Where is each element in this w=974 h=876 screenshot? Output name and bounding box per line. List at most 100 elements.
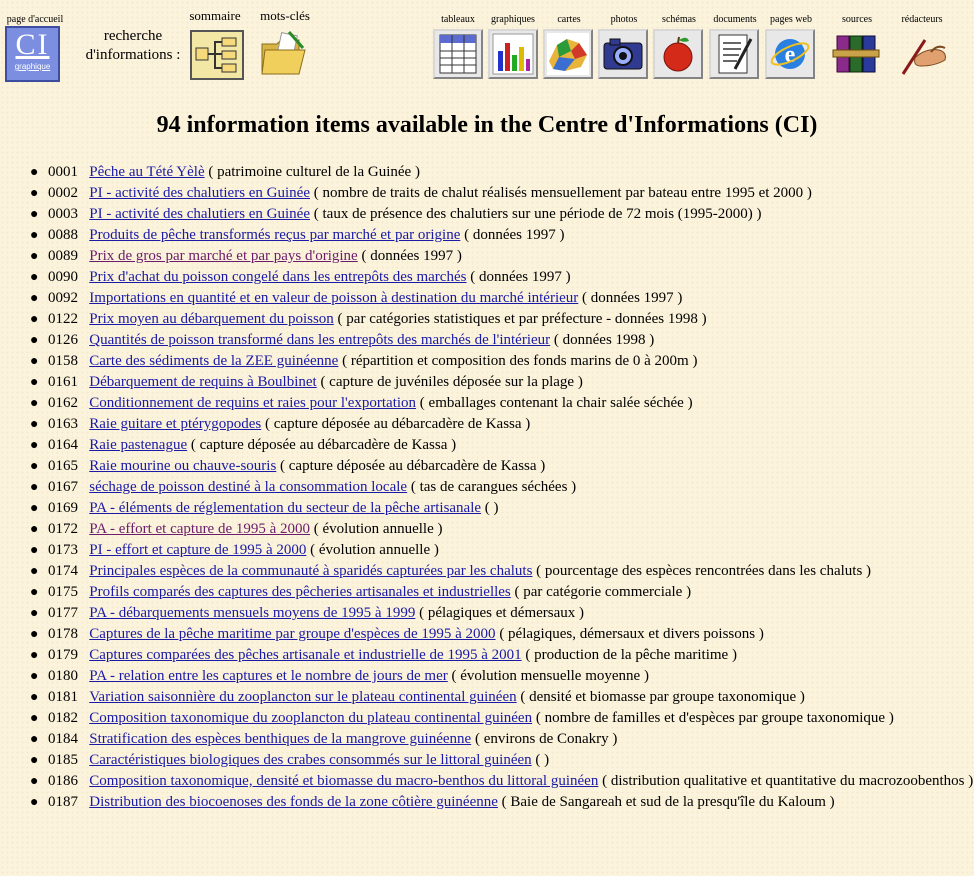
web-browser-icon[interactable]: e: [765, 29, 815, 79]
item-number: 0178: [48, 626, 78, 642]
item-number: 0002: [48, 185, 78, 201]
list-item: ● 0122 Prix moyen au débarquement du pois…: [30, 309, 974, 330]
bullet-icon: ●: [30, 459, 39, 474]
item-link[interactable]: Caractéristiques biologiques des crabes …: [89, 752, 531, 768]
item-number: 0089: [48, 248, 78, 264]
item-description: ( capture déposée au débarcadère de Kass…: [265, 416, 531, 432]
bullet-icon: ●: [30, 585, 39, 600]
bullet-icon: ●: [30, 249, 39, 264]
bullet-icon: ●: [30, 438, 39, 453]
list-item: ● 0178 Captures de la pêche maritime par …: [30, 624, 974, 645]
item-description: ( évolution annuelle ): [313, 521, 443, 537]
bullet-icon: ●: [30, 270, 39, 285]
item-number: 0163: [48, 416, 78, 432]
bar-chart-icon[interactable]: [488, 29, 538, 79]
item-number: 0126: [48, 332, 78, 348]
item-link[interactable]: Prix de gros par marché et par pays d'or…: [89, 248, 357, 264]
item-number: 0001: [48, 164, 78, 180]
tableaux-label: tableaux: [441, 14, 475, 25]
item-description: ( par catégories statistiques et par pré…: [337, 311, 707, 327]
item-link[interactable]: Variation saisonnière du zooplancton sur…: [89, 689, 516, 705]
item-number: 0167: [48, 479, 78, 495]
item-link[interactable]: Captures comparées des pêches artisanale…: [89, 647, 521, 663]
apple-icon[interactable]: [653, 29, 703, 79]
item-link[interactable]: Quantités de poisson transformé dans les…: [89, 332, 550, 348]
redacteurs-label: rédacteurs: [901, 14, 943, 25]
item-link[interactable]: Prix moyen au débarquement du poisson: [89, 311, 334, 327]
list-item: ● 0177 PA - débarquements mensuels moyens…: [30, 603, 974, 624]
list-item: ● 0181 Variation saisonnière du zooplanct…: [30, 687, 974, 708]
item-description: ( capture déposée au débarcadère de Kass…: [280, 458, 546, 474]
item-link[interactable]: Produits de pêche transformés reçus par …: [89, 227, 460, 243]
item-description: ( production de la pêche maritime ): [525, 647, 737, 663]
list-item: ● 0179 Captures comparées des pêches arti…: [30, 645, 974, 666]
item-link[interactable]: PI - effort et capture de 1995 à 2000: [89, 542, 306, 558]
bullet-icon: ●: [30, 165, 39, 180]
item-link[interactable]: Stratification des espèces benthiques de…: [89, 731, 471, 747]
item-link[interactable]: Prix d'achat du poisson congelé dans les…: [89, 269, 466, 285]
list-item: ● 0184 Stratification des espèces benthiq…: [30, 729, 974, 750]
item-link[interactable]: PA - relation entre les captures et le n…: [89, 668, 448, 684]
map-icon[interactable]: [543, 29, 593, 79]
item-link[interactable]: PA - éléments de réglementation du secte…: [89, 500, 481, 516]
item-description: ( données 1998 ): [553, 332, 655, 348]
list-item: ● 0172 PA - effort et capture de 1995 à 2…: [30, 519, 974, 540]
list-item: ● 0169 PA - éléments de réglementation du…: [30, 498, 974, 519]
item-number: 0187: [48, 794, 78, 810]
item-link[interactable]: Conditionnement de requins et raies pour…: [89, 395, 416, 411]
writing-hand-icon[interactable]: [895, 30, 949, 78]
bullet-icon: ●: [30, 291, 39, 306]
item-link[interactable]: PI - activité des chalutiers en Guinée: [89, 206, 310, 222]
item-number: 0179: [48, 647, 78, 663]
list-item: ● 0126 Quantités de poisson transformé da…: [30, 330, 974, 351]
folder-icon[interactable]: [259, 28, 311, 80]
bullet-icon: ●: [30, 732, 39, 747]
archive-icon[interactable]: [831, 30, 881, 78]
item-link[interactable]: Captures de la pêche maritime par groupe…: [89, 626, 495, 642]
bullet-icon: ●: [30, 564, 39, 579]
item-link[interactable]: Raie pastenague: [89, 437, 187, 453]
item-link[interactable]: Importations en quantité et en valeur de…: [89, 290, 578, 306]
item-description: ( données 1997 ): [582, 290, 683, 306]
item-link[interactable]: Composition taxonomique du zooplancton d…: [89, 710, 532, 726]
list-item: ● 0182 Composition taxonomique du zooplan…: [30, 708, 974, 729]
motscles-label: mots-clés: [260, 8, 310, 23]
item-link[interactable]: PA - effort et capture de 1995 à 2000: [89, 521, 310, 537]
item-number: 0180: [48, 668, 78, 684]
home-icon[interactable]: CI graphique: [5, 26, 60, 82]
bullet-icon: ●: [30, 354, 39, 369]
item-link[interactable]: Composition taxonomique, densité et biom…: [89, 773, 598, 789]
table-icon[interactable]: [433, 29, 483, 79]
item-link[interactable]: PI - activité des chalutiers en Guinée: [89, 185, 310, 201]
item-description: ( environs de Conakry ): [474, 731, 618, 747]
item-description: ( densité et biomasse par groupe taxonom…: [520, 689, 805, 705]
list-item: ● 0164 Raie pastenague ( capture déposée …: [30, 435, 974, 456]
bullet-icon: ●: [30, 753, 39, 768]
item-link[interactable]: Principales espèces de la communauté à s…: [89, 563, 532, 579]
bullet-icon: ●: [30, 711, 39, 726]
item-number: 0090: [48, 269, 78, 285]
item-link[interactable]: Raie mourine ou chauve-souris: [89, 458, 276, 474]
graphiques-label: graphiques: [491, 14, 535, 25]
bullet-icon: ●: [30, 543, 39, 558]
camera-icon[interactable]: [598, 29, 648, 79]
item-description: ( répartition et composition des fonds m…: [342, 353, 698, 369]
item-description: ( distribution qualitative et quantitati…: [602, 773, 974, 789]
item-link[interactable]: PA - débarquements mensuels moyens de 19…: [89, 605, 415, 621]
list-item: ● 0175 Profils comparés des captures des …: [30, 582, 974, 603]
list-item: ● 0002 PI - activité des chalutiers en Gu…: [30, 183, 974, 204]
item-link[interactable]: Distribution des biocoenoses des fonds d…: [89, 794, 498, 810]
item-link[interactable]: Carte des sédiments de la ZEE guinéenne: [89, 353, 338, 369]
item-description: ( données 1997 ): [464, 227, 565, 243]
list-item: ● 0174 Principales espèces de la communau…: [30, 561, 974, 582]
sitemap-icon[interactable]: [190, 30, 244, 80]
item-link[interactable]: Débarquement de requins à Boulbinet: [89, 374, 316, 390]
item-link[interactable]: Pêche au Tété Yèlè: [89, 164, 204, 180]
bullet-icon: ●: [30, 228, 39, 243]
list-item: ● 0165 Raie mourine ou chauve-souris ( ca…: [30, 456, 974, 477]
item-link[interactable]: Profils comparés des captures des pêcher…: [89, 584, 511, 600]
item-link[interactable]: Raie guitare et ptérygopodes: [89, 416, 261, 432]
item-description: ( capture déposée au débarcadère de Kass…: [190, 437, 457, 453]
document-icon[interactable]: [709, 29, 759, 79]
item-link[interactable]: séchage de poisson destiné à la consomma…: [89, 479, 407, 495]
